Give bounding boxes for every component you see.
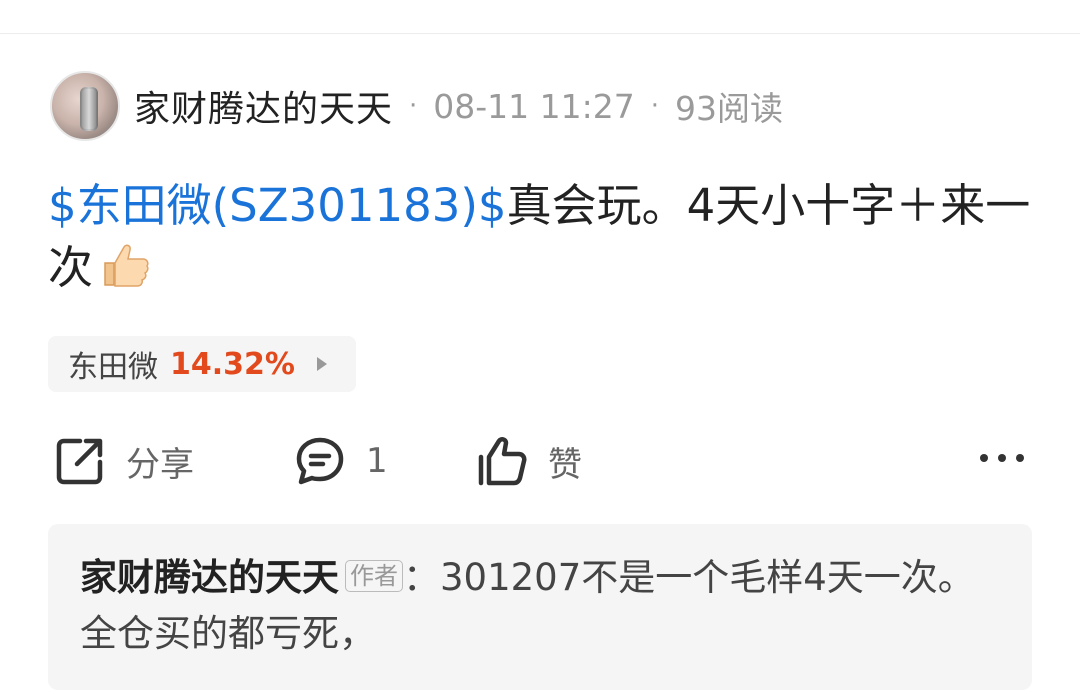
more-options-icon[interactable]: [980, 454, 1024, 462]
chevron-right-icon: [316, 357, 327, 371]
share-button[interactable]: 分享: [52, 430, 194, 492]
comment-button[interactable]: 1: [292, 430, 388, 492]
top-divider: [0, 33, 1080, 34]
like-button[interactable]: 赞: [474, 430, 582, 492]
comment-preview[interactable]: 家财腾达的天天 作者 ：301207不是一个毛样4天一次。全仓买的都亏死，: [48, 524, 1032, 690]
stock-link[interactable]: $东田微(SZ301183)$: [48, 179, 507, 232]
read-count: 93阅读: [675, 89, 784, 128]
meta-separator: ·: [409, 91, 418, 121]
meta-separator: ·: [650, 91, 660, 121]
avatar-image: [80, 87, 98, 131]
post-content: $东田微(SZ301183)$真会玩。4天小十字＋来一次: [48, 175, 1038, 299]
like-label: 赞: [548, 444, 582, 485]
chip-change-percent: 14.32%: [170, 346, 295, 382]
thumbs-up-outline-icon: [478, 437, 527, 486]
comment-author[interactable]: 家财腾达的天天: [80, 556, 339, 599]
post-header: 家财腾达的天天 · 08-11 11:27 · 93阅读: [50, 70, 783, 142]
chip-stock-name: 东田微: [68, 350, 158, 385]
comment-count: 1: [366, 441, 388, 481]
author-name[interactable]: 家财腾达的天天: [134, 80, 393, 132]
post-timestamp: 08-11 11:27: [433, 86, 635, 126]
thumbs-up-icon: [99, 241, 151, 291]
author-badge: 作者: [345, 560, 403, 592]
avatar[interactable]: [50, 71, 120, 141]
comment-icon: [296, 437, 344, 485]
share-label: 分享: [126, 444, 194, 485]
comment-separator: ：: [403, 556, 440, 599]
action-bar: 分享 1 赞: [0, 430, 1080, 492]
share-icon: [56, 438, 103, 485]
stock-chip[interactable]: 东田微 14.32%: [48, 336, 356, 392]
